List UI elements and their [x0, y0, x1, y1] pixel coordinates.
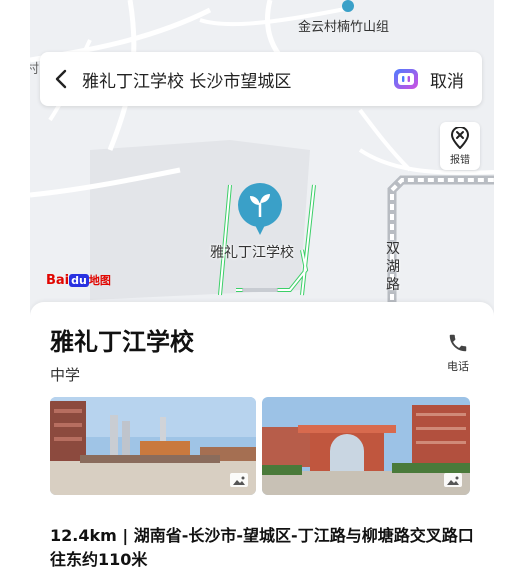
edge-label: 村: [30, 62, 40, 77]
map-view[interactable]: 金云村楠竹山组 村 雅礼丁江学校 双湖路 Bai du 地图: [30, 0, 494, 330]
phone-icon: [449, 334, 467, 352]
poi-label[interactable]: 雅礼丁江学校: [210, 242, 294, 262]
place-category: 中学: [50, 366, 81, 384]
ai-assistant-icon: [394, 69, 418, 89]
ai-assistant-button[interactable]: [392, 65, 420, 93]
place-photo[interactable]: [262, 397, 470, 495]
place-address: 12.4km | 湖南省-长沙市-望城区-丁江路与柳塘路交叉路口往东约110米: [50, 526, 474, 569]
report-error-button[interactable]: 报错: [440, 122, 480, 170]
place-title: 雅礼丁江学校: [50, 328, 194, 356]
search-bar: 雅礼丁江学校 长沙市望城区 取消: [40, 52, 482, 106]
phone-button[interactable]: 电话: [438, 332, 478, 380]
chevron-left-icon: [55, 69, 67, 89]
baidu-map-logo: Bai du 地图: [46, 273, 111, 288]
report-error-label: 报错: [450, 154, 470, 166]
school-arch-photo: [262, 397, 470, 495]
school-gate-photo: [50, 397, 256, 495]
place-detail-sheet: 雅礼丁江学校 中学 电话 12.4km | 湖南省-长沙市-望城区-丁江路与柳塘…: [30, 288, 494, 582]
road-label: 双湖路: [386, 241, 400, 293]
place-photo[interactable]: [50, 397, 256, 495]
village-label: 金云村楠竹山组: [298, 20, 390, 35]
drag-handle[interactable]: [242, 288, 278, 292]
phone-screen: 金云村楠竹山组 村 雅礼丁江学校 双湖路 Bai du 地图 雅礼丁江学校 长沙市望…: [30, 0, 494, 582]
image-icon: [230, 473, 248, 487]
phone-label: 电话: [447, 360, 469, 373]
back-button[interactable]: [40, 52, 82, 106]
search-query-input[interactable]: 雅礼丁江学校 长沙市望城区: [82, 67, 392, 92]
cancel-button[interactable]: 取消: [430, 67, 482, 92]
image-icon: [444, 473, 462, 487]
map-pin-error-icon: [450, 126, 470, 149]
school-pin-icon[interactable]: [236, 183, 284, 239]
